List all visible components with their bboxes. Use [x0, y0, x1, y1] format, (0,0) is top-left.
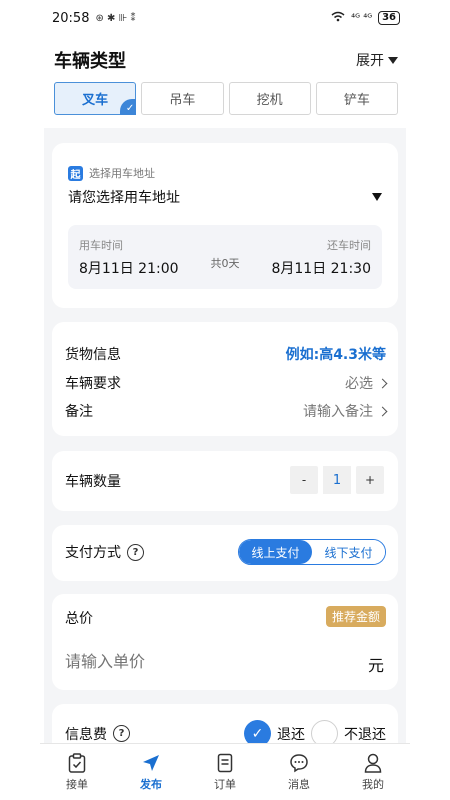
- quantity-stepper: - 1 +: [290, 466, 384, 494]
- end-time: 还车时间 8月11日 21:30: [271, 237, 371, 278]
- address-hint: 起 选择用车地址: [68, 165, 155, 181]
- price-card: 总价 推荐金额 元: [52, 594, 398, 690]
- remark-label: 备注: [65, 404, 93, 420]
- info-fee-card: 信息费 ? ✓ 退还 不退还: [52, 704, 398, 747]
- user-icon: [363, 753, 383, 773]
- nav-label: 我的: [362, 777, 384, 791]
- requirement-value: 必选: [345, 376, 373, 392]
- payment-label: 支付方式: [65, 545, 121, 561]
- refund-label: 退还: [277, 726, 305, 743]
- address-card: 起 选择用车地址 请您选择用车地址 用车时间 8月11日 21:00 共0天 还…: [52, 143, 398, 308]
- nav-accept-orders[interactable]: 接单: [40, 744, 114, 800]
- status-right: ⁴ᴳ ⁴ᴳ 36: [331, 11, 400, 25]
- tab-label: 吊车: [169, 93, 196, 108]
- remark-value-wrap: 请输入备注: [303, 401, 388, 421]
- nav-label: 消息: [288, 777, 310, 791]
- tab-label: 铲车: [343, 93, 370, 108]
- end-time-label: 还车时间: [327, 239, 371, 252]
- remark-row[interactable]: 备注 请输入备注: [65, 401, 388, 421]
- quantity-row: 车辆数量: [65, 471, 121, 491]
- payment-card: 支付方式 ? 线上支付 线下支付: [52, 525, 398, 581]
- clipboard-check-icon: [67, 752, 87, 773]
- chevron-right-icon: [377, 406, 388, 416]
- recommend-price-button[interactable]: 推荐金额: [325, 606, 386, 627]
- start-time-label: 用车时间: [79, 239, 123, 252]
- status-icons: ⊛ ✱ ⊪ ⁑: [95, 12, 136, 24]
- total-price-label: 总价: [65, 611, 93, 627]
- chat-icon: [289, 753, 309, 773]
- vehicle-type-title: 车辆类型: [54, 51, 126, 72]
- requirement-value-wrap: 必选: [345, 373, 388, 393]
- battery-icon: 36: [378, 11, 400, 25]
- tab-label: 叉车: [82, 93, 109, 108]
- bottom-nav: 接单 发布 订单 消息 我的: [40, 743, 410, 800]
- expand-button[interactable]: 展开: [356, 50, 398, 70]
- address-hint-text: 选择用车地址: [89, 167, 155, 180]
- address-placeholder: 请您选择用车地址: [68, 190, 180, 206]
- status-left: 20:58 ⊛ ✱ ⊪ ⁑: [52, 11, 135, 26]
- currency-unit: 元: [367, 656, 384, 675]
- tab-crane[interactable]: 吊车: [141, 82, 224, 115]
- chevron-right-icon: [377, 378, 388, 388]
- nav-orders[interactable]: 订单: [188, 744, 262, 800]
- nav-label: 订单: [214, 777, 236, 791]
- tab-label: 挖机: [256, 93, 283, 108]
- status-time: 20:58: [52, 10, 90, 26]
- requirement-row[interactable]: 车辆要求 必选: [65, 373, 388, 393]
- decrement-button[interactable]: -: [290, 466, 318, 494]
- nav-messages[interactable]: 消息: [262, 744, 336, 800]
- increment-button[interactable]: +: [356, 466, 384, 494]
- payment-row: 支付方式 ?: [65, 542, 144, 562]
- cargo-label: 货物信息: [65, 347, 121, 363]
- end-time-value: 8月11日 21:30: [271, 261, 371, 277]
- document-icon: [215, 753, 235, 773]
- help-icon[interactable]: ?: [113, 725, 130, 742]
- payment-toggle: 线上支付 线下支付: [238, 539, 386, 565]
- offline-payment-option[interactable]: 线下支付: [312, 540, 385, 564]
- dropdown-icon: [372, 193, 382, 201]
- nav-profile[interactable]: 我的: [336, 744, 410, 800]
- status-bar: 20:58 ⊛ ✱ ⊪ ⁑ ⁴ᴳ ⁴ᴳ 36: [0, 0, 450, 36]
- nav-label: 接单: [66, 777, 88, 791]
- nav-label: 发布: [140, 777, 162, 791]
- info-fee-label-wrap: 信息费 ?: [65, 724, 130, 744]
- expand-label: 展开: [356, 53, 384, 69]
- total-price-row: 总价: [65, 608, 93, 628]
- wifi-icon: [331, 11, 345, 25]
- check-icon: ✓: [120, 99, 137, 115]
- vehicle-type-tabs: 叉车 ✓ 吊车 挖机 铲车: [54, 82, 398, 115]
- start-badge: 起: [68, 165, 83, 181]
- send-icon: [141, 753, 161, 773]
- tab-excavator[interactable]: 挖机: [228, 82, 311, 115]
- chevron-down-icon: [388, 56, 398, 64]
- quantity-value[interactable]: 1: [323, 466, 351, 494]
- vehicle-type-header: 车辆类型 展开: [54, 46, 398, 74]
- quantity-card: 车辆数量 - 1 +: [52, 451, 398, 511]
- quantity-label: 车辆数量: [65, 474, 121, 490]
- tab-loader[interactable]: 铲车: [315, 82, 398, 115]
- remark-value: 请输入备注: [303, 404, 373, 420]
- tab-forklift[interactable]: 叉车 ✓: [54, 82, 137, 115]
- unit-price-input[interactable]: [65, 652, 315, 671]
- cargo-value: 例如:高4.3米等: [285, 347, 386, 363]
- requirement-label: 车辆要求: [65, 376, 121, 392]
- no-refund-label: 不退还: [344, 726, 386, 743]
- cargo-row[interactable]: 货物信息 例如:高4.3米等: [65, 344, 386, 364]
- online-payment-option[interactable]: 线上支付: [239, 540, 312, 564]
- nav-publish[interactable]: 发布: [114, 744, 188, 800]
- info-fee-label: 信息费: [65, 726, 107, 743]
- help-icon[interactable]: ?: [127, 543, 144, 561]
- signal-icon: ⁴ᴳ ⁴ᴳ: [351, 12, 373, 24]
- address-selector[interactable]: 请您选择用车地址: [68, 187, 382, 207]
- time-range[interactable]: 用车时间 8月11日 21:00 共0天 还车时间 8月11日 21:30: [68, 225, 382, 289]
- info-card: 货物信息 例如:高4.3米等 车辆要求 必选 备注 请输入备注: [52, 322, 398, 436]
